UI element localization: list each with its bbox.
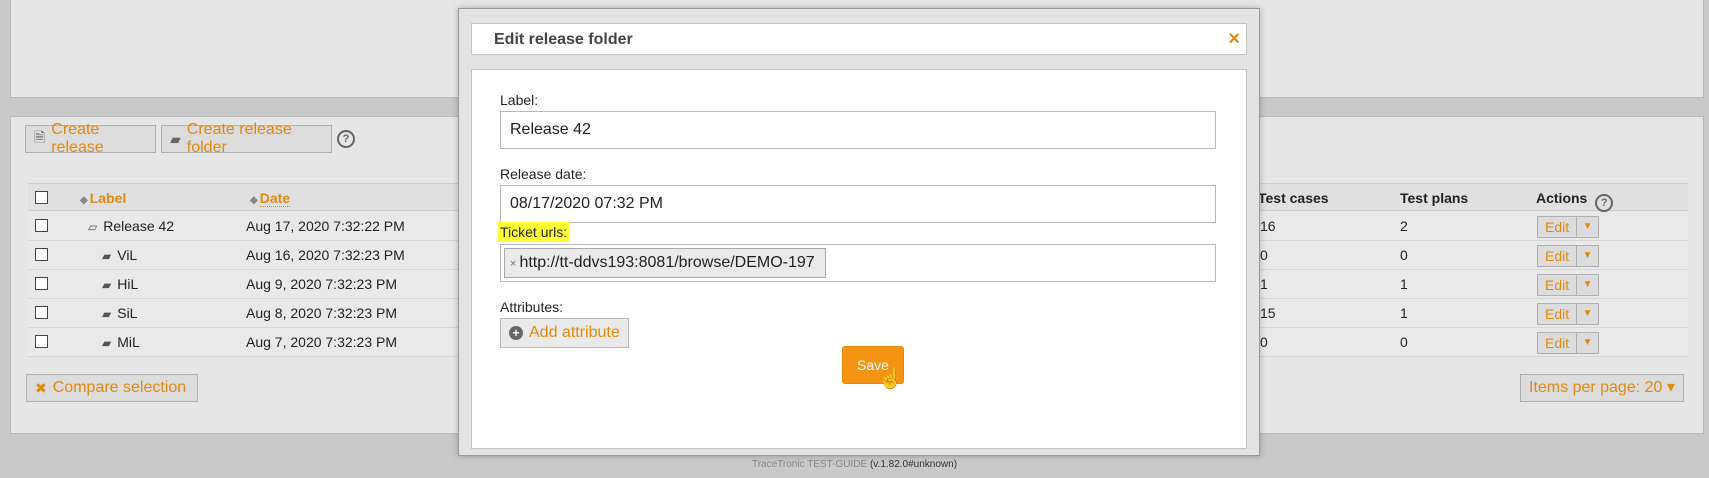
row-test-plans: 0	[1400, 334, 1408, 350]
items-per-page-select[interactable]: Items per page: 20 ▾	[1520, 374, 1684, 402]
edit-release-folder-dialog: Edit release folder × Label: Release 42 …	[458, 8, 1260, 456]
row-test-plans: 1	[1400, 276, 1408, 292]
chevron-down-icon[interactable]: ▼	[1577, 245, 1600, 267]
plus-icon: +	[509, 326, 523, 340]
row-actions: Edit ▼	[1537, 303, 1600, 325]
row-checkbox[interactable]	[35, 335, 48, 348]
row-test-cases: 0	[1260, 247, 1268, 263]
release-date-input[interactable]: 08/17/2020 07:32 PM	[500, 185, 1216, 223]
edit-button[interactable]: Edit	[1537, 303, 1578, 325]
row-test-plans: 1	[1400, 305, 1408, 321]
row-actions: Edit ▼	[1537, 332, 1600, 354]
create-release-folder-button[interactable]: ▰ Create release folder	[161, 121, 332, 156]
row-test-plans: 0	[1400, 247, 1408, 263]
select-all-checkbox[interactable]	[35, 191, 48, 204]
version: (v.1.82.0#unknown)	[869, 459, 958, 470]
label-field-label: Label:	[500, 92, 539, 108]
row-date: Aug 9, 2020 7:32:23 PM	[246, 276, 397, 292]
folder-icon: ▰	[102, 249, 112, 263]
label-input[interactable]: Release 42	[500, 111, 1216, 149]
row-actions: Edit ▼	[1537, 274, 1600, 296]
row-label: ▰ ViL	[102, 247, 138, 263]
actions-column-header: Actions ?	[1536, 184, 1614, 212]
create-release-button[interactable]: 🗎 Create release	[25, 121, 156, 156]
document-icon: 🗎	[34, 129, 46, 145]
label-column-header[interactable]: ◆ Label	[80, 184, 126, 212]
row-date: Aug 16, 2020 7:32:23 PM	[246, 247, 405, 263]
sort-icon: ◆	[250, 195, 258, 206]
ticket-url-tag: × http://tt-ddvs193:8081/browse/DEMO-197	[504, 248, 826, 278]
test-cases-column-header: Test cases	[1258, 190, 1329, 206]
row-date: Aug 8, 2020 7:32:23 PM	[246, 305, 397, 321]
row-checkbox[interactable]	[35, 306, 48, 319]
hand-cursor-icon: ☝	[878, 368, 903, 390]
compare-selection-button[interactable]: ✖ Compare selection	[26, 374, 198, 402]
folder-open-icon: ▱	[88, 220, 98, 234]
footer: TraceTronic TEST-GUIDE (v.1.82.0#unknown…	[0, 459, 1709, 470]
edit-button[interactable]: Edit	[1537, 245, 1578, 267]
row-checkbox[interactable]	[35, 219, 48, 232]
row-actions: Edit ▼	[1537, 245, 1600, 267]
row-label: ▱ Release 42	[88, 218, 175, 234]
product-name: TraceTronic TEST-GUIDE	[751, 459, 868, 470]
close-icon[interactable]: ×	[1228, 28, 1240, 50]
chevron-down-icon[interactable]: ▼	[1577, 332, 1600, 354]
row-label: ▰ MiL	[102, 334, 140, 350]
chevron-down-icon[interactable]: ▼	[1577, 303, 1600, 325]
row-test-cases: 1	[1260, 276, 1268, 292]
folder-icon: ▰	[170, 130, 181, 147]
chevron-down-icon[interactable]: ▼	[1577, 274, 1600, 296]
folder-icon: ▰	[102, 307, 112, 321]
attributes-field-label: Attributes:	[500, 299, 564, 315]
edit-button[interactable]: Edit	[1537, 332, 1578, 354]
compare-icon: ✖	[35, 379, 47, 396]
row-actions: Edit ▼	[1537, 216, 1600, 238]
row-test-plans: 2	[1400, 218, 1408, 234]
row-checkbox[interactable]	[35, 248, 48, 261]
edit-button[interactable]: Edit	[1537, 274, 1578, 296]
row-label: ▰ SiL	[102, 305, 138, 321]
sort-icon: ◆	[80, 195, 88, 206]
release-date-field-label: Release date:	[500, 166, 587, 182]
remove-tag-icon[interactable]: ×	[510, 258, 516, 270]
folder-icon: ▰	[102, 336, 112, 350]
test-plans-column-header: Test plans	[1400, 190, 1469, 206]
row-test-cases: 16	[1260, 218, 1276, 234]
help-icon[interactable]: ?	[1595, 194, 1614, 212]
row-date: Aug 7, 2020 7:32:23 PM	[246, 334, 397, 350]
ticket-urls-input[interactable]: × http://tt-ddvs193:8081/browse/DEMO-197	[500, 244, 1216, 282]
row-test-cases: 15	[1260, 305, 1276, 321]
dialog-title: Edit release folder	[494, 31, 633, 48]
row-test-cases: 0	[1260, 334, 1268, 350]
row-date: Aug 17, 2020 7:32:22 PM	[246, 218, 405, 234]
dialog-body: Label: Release 42 Release date: 08/17/20…	[471, 69, 1247, 449]
row-label: ▰ HiL	[102, 276, 139, 292]
chevron-down-icon[interactable]: ▼	[1577, 216, 1600, 238]
folder-icon: ▰	[102, 278, 112, 292]
date-column-header[interactable]: ◆ Date	[250, 184, 291, 212]
help-icon[interactable]: ?	[337, 130, 355, 148]
dialog-header: Edit release folder ×	[471, 23, 1247, 55]
ticket-urls-field-label: Ticket urls:	[498, 222, 570, 242]
row-checkbox[interactable]	[35, 277, 48, 290]
add-attribute-button[interactable]: + Add attribute	[500, 318, 629, 348]
edit-button[interactable]: Edit	[1537, 216, 1578, 238]
